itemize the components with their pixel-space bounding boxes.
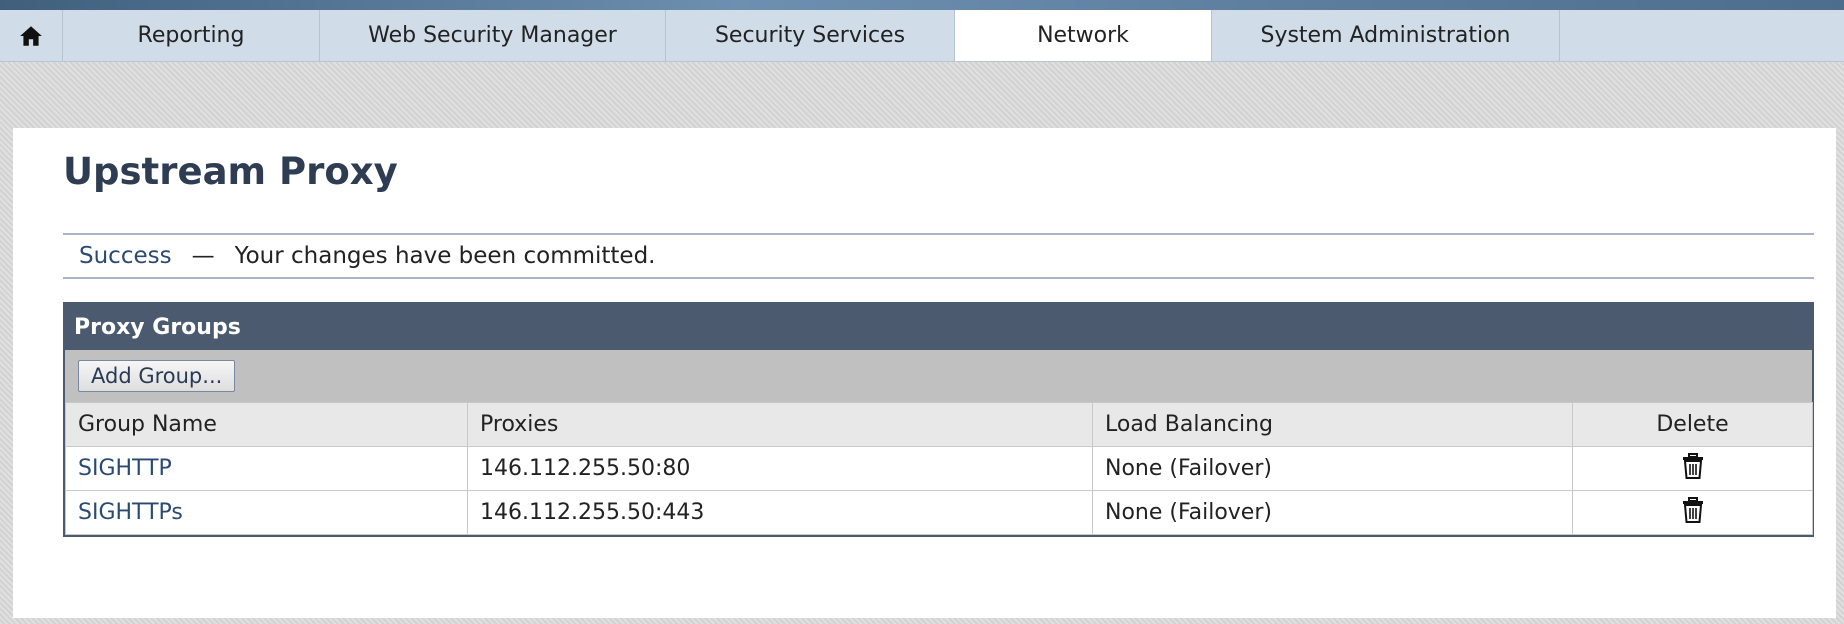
table-row: SIGHTTP 146.112.255.50:80 None (Failover… xyxy=(65,446,1813,491)
column-header-load-balancing: Load Balancing xyxy=(1092,402,1573,447)
table-header-row: Group Name Proxies Load Balancing Delete xyxy=(65,402,1813,447)
proxy-groups-toolbar: Add Group... xyxy=(65,350,1812,402)
status-message: Your changes have been committed. xyxy=(234,243,656,269)
trash-icon[interactable] xyxy=(1682,496,1704,529)
proxies-cell: 146.112.255.50:80 xyxy=(467,446,1093,491)
content-panel: Upstream Proxy Success — Your changes ha… xyxy=(13,128,1836,618)
page-title: Upstream Proxy xyxy=(63,150,398,193)
tab-web-security-manager[interactable]: Web Security Manager xyxy=(320,10,666,61)
trash-icon[interactable] xyxy=(1682,452,1704,485)
group-name-link[interactable]: SIGHTTP xyxy=(78,456,172,481)
status-label: Success xyxy=(79,243,172,269)
home-button[interactable] xyxy=(0,10,63,61)
tab-reporting[interactable]: Reporting xyxy=(63,10,320,61)
column-header-delete: Delete xyxy=(1572,402,1813,447)
delete-cell xyxy=(1572,490,1813,535)
proxies-cell: 146.112.255.50:443 xyxy=(467,490,1093,535)
load-balancing-cell: None (Failover) xyxy=(1092,446,1573,491)
status-separator: — xyxy=(191,243,215,269)
load-balancing-cell: None (Failover) xyxy=(1092,490,1573,535)
home-icon xyxy=(20,25,42,46)
delete-cell xyxy=(1572,446,1813,491)
main-navigation: Reporting Web Security Manager Security … xyxy=(0,10,1844,62)
proxy-groups-section: Proxy Groups Add Group... Group Name Pro… xyxy=(63,302,1814,537)
tab-network[interactable]: Network xyxy=(955,10,1212,61)
proxy-groups-title: Proxy Groups xyxy=(65,304,1812,350)
column-header-proxies: Proxies xyxy=(467,402,1093,447)
top-accent-strip xyxy=(0,0,1844,10)
status-message-bar: Success — Your changes have been committ… xyxy=(63,233,1814,279)
add-group-button[interactable]: Add Group... xyxy=(78,360,236,392)
group-name-link[interactable]: SIGHTTPs xyxy=(78,500,183,525)
tab-system-administration[interactable]: System Administration xyxy=(1212,10,1560,61)
column-header-group-name: Group Name xyxy=(65,402,468,447)
proxy-groups-table: Group Name Proxies Load Balancing Delete… xyxy=(65,402,1813,535)
table-row: SIGHTTPs 146.112.255.50:443 None (Failov… xyxy=(65,490,1813,535)
tab-security-services[interactable]: Security Services xyxy=(666,10,955,61)
